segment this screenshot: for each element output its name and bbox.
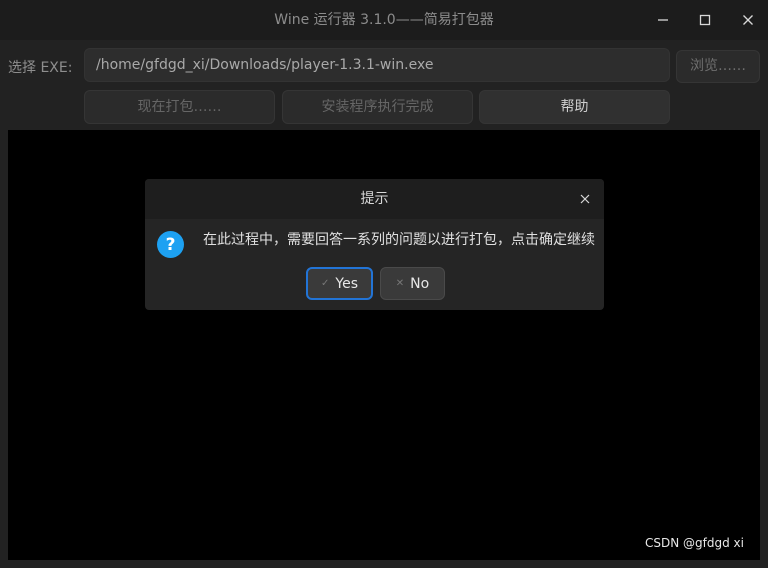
no-label: No xyxy=(410,275,430,292)
minimize-icon xyxy=(658,19,668,21)
exe-label: 选择 EXE: xyxy=(8,60,73,76)
watermark: CSDN @gfdgd xi xyxy=(645,536,744,550)
question-icon: ? xyxy=(157,231,184,258)
help-button[interactable]: 帮助 xyxy=(479,90,670,124)
yes-label: Yes xyxy=(335,275,358,292)
prompt-dialog: 提示 ? 在此过程中，需要回答一系列的问题以进行打包，点击确定继续 ✓ Yes … xyxy=(145,179,604,310)
minimize-button[interactable] xyxy=(649,6,677,34)
close-button[interactable] xyxy=(734,6,762,34)
maximize-icon xyxy=(699,14,711,26)
dialog-close-button[interactable] xyxy=(578,192,592,206)
dialog-message: 在此过程中，需要回答一系列的问题以进行打包，点击确定继续 xyxy=(203,232,595,248)
close-icon xyxy=(580,194,590,204)
main-window: Wine 运行器 3.1.0——简易打包器 选择 EXE: /home/gfdg… xyxy=(0,0,768,568)
title-bar[interactable]: Wine 运行器 3.1.0——简易打包器 xyxy=(0,0,768,40)
exe-path-input[interactable]: /home/gfdgd_xi/Downloads/player-1.3.1-wi… xyxy=(84,48,670,82)
pack-now-button[interactable]: 现在打包…… xyxy=(84,90,275,124)
yes-button[interactable]: ✓ Yes xyxy=(306,267,373,300)
browse-button[interactable]: 浏览…… xyxy=(676,50,760,83)
check-icon: ✓ xyxy=(321,278,330,289)
close-icon xyxy=(743,15,753,25)
dialog-title: 提示 xyxy=(360,191,389,207)
maximize-button[interactable] xyxy=(691,6,719,34)
x-icon: ✕ xyxy=(395,278,405,289)
dialog-header[interactable]: 提示 xyxy=(145,179,604,219)
no-button[interactable]: ✕ No xyxy=(380,267,445,300)
installer-done-button[interactable]: 安装程序执行完成 xyxy=(282,90,473,124)
